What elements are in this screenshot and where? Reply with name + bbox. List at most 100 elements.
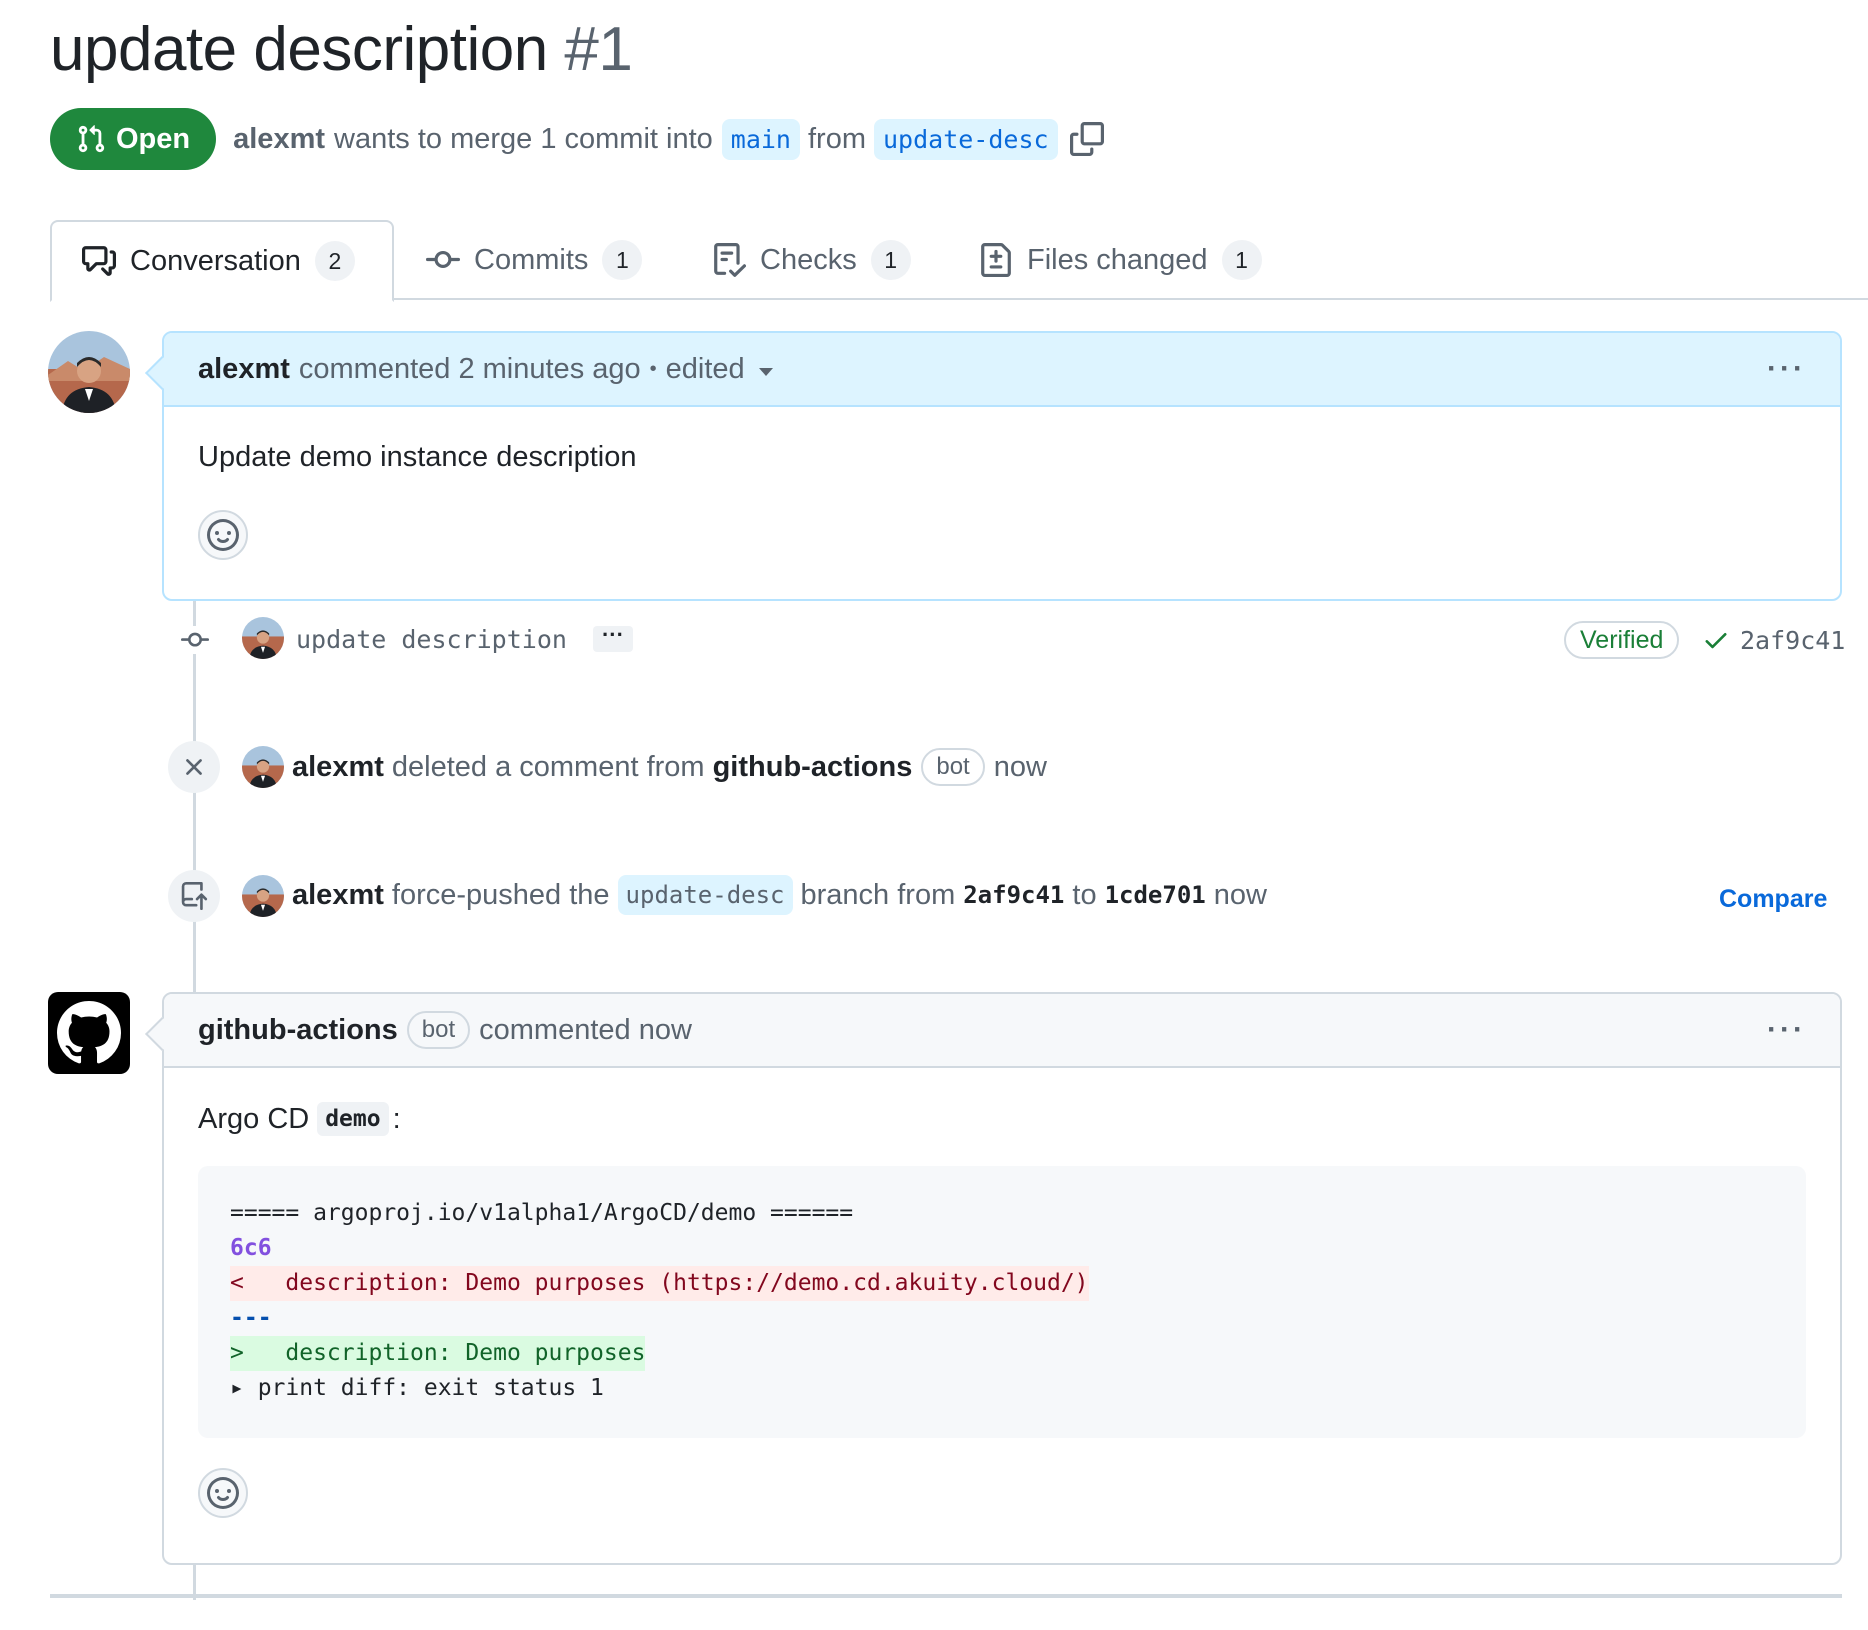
from-text: from — [808, 122, 866, 155]
copy-icon[interactable] — [1069, 122, 1104, 156]
commit-sha-group: 2af9c41 — [1702, 621, 1845, 659]
x-icon — [186, 759, 202, 775]
commit-message-link[interactable]: update description — [296, 625, 567, 654]
code-line: ===== argoproj.io/v1alpha1/ArgoCD/demo =… — [230, 1200, 854, 1226]
diff-code-block: ===== argoproj.io/v1alpha1/ArgoCD/demo =… — [198, 1166, 1806, 1438]
force-push-event: alexmt force-pushed the update-desc bran… — [292, 875, 1267, 915]
avatar[interactable] — [242, 875, 284, 917]
pr-tabs: Conversation 2 Commits 1 Checks 1 Files … — [50, 220, 1868, 302]
comment-timestamp[interactable]: commented 2 minutes ago — [299, 353, 641, 386]
merge-summary: alexmt wants to merge 1 commit into main… — [233, 118, 1104, 160]
tab-commits[interactable]: Commits 1 — [426, 220, 643, 300]
comment-discussion-icon — [82, 246, 116, 276]
event-target-link[interactable]: github-actions — [713, 751, 913, 784]
comment-body: Argo CD demo : ===== argoproj.io/v1alpha… — [164, 1068, 1840, 1518]
delete-event: alexmt deleted a comment from github-act… — [292, 747, 1047, 787]
event-time[interactable]: now — [1214, 879, 1267, 912]
code-line-separator: --- — [230, 1305, 272, 1331]
comment-author[interactable]: alexmt — [198, 353, 290, 386]
repo-push-icon — [181, 882, 208, 910]
smiley-icon — [207, 519, 239, 551]
event-time[interactable]: now — [994, 751, 1047, 784]
tab-files-changed-label: Files changed — [1027, 243, 1208, 276]
base-branch[interactable]: main — [721, 118, 800, 160]
event-text: branch from — [800, 878, 956, 911]
separator-dot: • — [649, 357, 657, 380]
commit-sha-link[interactable]: 2af9c41 — [1740, 626, 1845, 655]
tab-checks-label: Checks — [760, 243, 857, 276]
tab-conversation-label: Conversation — [130, 244, 301, 277]
avatar[interactable] — [242, 617, 284, 659]
user-avatar-image — [242, 746, 284, 788]
details-summary[interactable]: ▸ print diff: exit status 1 — [230, 1371, 1774, 1406]
event-actor-link[interactable]: alexmt — [292, 879, 384, 912]
chevron-down-icon[interactable] — [758, 368, 773, 376]
pr-number: #1 — [564, 15, 633, 84]
page-title: update description #1 — [50, 14, 633, 85]
head-branch[interactable]: update-desc — [874, 118, 1058, 160]
timeline-end-divider — [50, 1594, 1842, 1598]
state-label: Open — [116, 122, 191, 155]
tab-conversation[interactable]: Conversation 2 — [50, 220, 394, 302]
code-line-hunk: 6c6 — [230, 1235, 272, 1261]
comment-timestamp[interactable]: commented now — [479, 1014, 692, 1047]
git-commit-icon — [178, 626, 212, 654]
comment-box: alexmt commented 2 minutes ago • edited … — [145, 331, 1842, 601]
file-diff-icon — [981, 243, 1011, 277]
git-commit-icon — [426, 250, 460, 268]
heading-suffix: : — [392, 1102, 401, 1135]
merge-text: wants to merge 1 commit into — [334, 122, 713, 155]
commit-expand-button[interactable]: ··· — [592, 622, 633, 652]
user-avatar-image — [242, 875, 284, 917]
code-line-added: > description: Demo purposes — [230, 1336, 646, 1371]
comment-text: Update demo instance description — [198, 441, 637, 473]
event-actor-link[interactable]: alexmt — [292, 751, 384, 784]
pr-title: update description — [50, 15, 548, 84]
tab-files-changed[interactable]: Files changed 1 — [979, 220, 1262, 300]
from-sha-link[interactable]: 2af9c41 — [963, 881, 1064, 909]
comment-box: github-actions bot commented now ··· Arg… — [145, 992, 1842, 1565]
tab-conversation-count: 2 — [314, 241, 355, 281]
add-reaction-button[interactable] — [198, 510, 248, 560]
avatar[interactable] — [48, 331, 130, 413]
tab-commits-label: Commits — [474, 243, 589, 276]
state-badge: Open — [50, 108, 217, 170]
git-pull-request-icon — [78, 125, 105, 153]
smiley-icon — [207, 1477, 239, 1509]
comment-heading: Argo CD demo : — [198, 1102, 1806, 1136]
comment-header: alexmt commented 2 minutes ago • edited … — [164, 333, 1840, 407]
user-avatar-image — [48, 331, 130, 413]
checklist-icon — [714, 243, 746, 277]
heading-code: demo — [317, 1102, 389, 1136]
kebab-horizontal-icon[interactable]: ··· — [1767, 1013, 1806, 1047]
force-push-badge — [168, 870, 220, 922]
code-line-deleted: < description: Demo purposes (https://de… — [230, 1266, 1089, 1301]
tab-checks-count: 1 — [870, 240, 911, 280]
heading-prefix: Argo CD — [198, 1102, 310, 1135]
add-reaction-button[interactable] — [198, 1468, 248, 1518]
compare-link[interactable]: Compare — [1719, 885, 1827, 914]
comment-author[interactable]: github-actions — [198, 1014, 398, 1047]
user-avatar-image — [242, 617, 284, 659]
tab-files-changed-count: 1 — [1221, 240, 1262, 280]
comment-body: Update demo instance description — [164, 407, 1840, 560]
event-text: deleted a comment from — [391, 750, 705, 783]
edited-dropdown[interactable]: edited — [666, 353, 745, 386]
github-mark-icon — [57, 1001, 121, 1064]
check-icon[interactable] — [1702, 626, 1730, 654]
tab-commits-count: 1 — [602, 240, 643, 280]
to-sha-link[interactable]: 1cde701 — [1105, 881, 1206, 909]
commit-event: update description ··· — [296, 618, 633, 660]
event-text: to — [1072, 878, 1097, 911]
bot-label: bot — [921, 748, 985, 786]
kebab-horizontal-icon[interactable]: ··· — [1767, 352, 1806, 386]
pr-state-row: Open alexmt wants to merge 1 commit into… — [50, 108, 1104, 170]
pushed-branch[interactable]: update-desc — [617, 875, 793, 915]
avatar[interactable] — [242, 746, 284, 788]
verified-badge[interactable]: Verified — [1564, 621, 1680, 659]
pr-author-link[interactable]: alexmt — [233, 123, 325, 156]
event-text: force-pushed the — [391, 878, 610, 911]
avatar[interactable] — [48, 992, 130, 1074]
deleted-badge — [168, 741, 220, 793]
tab-checks[interactable]: Checks 1 — [712, 220, 911, 300]
